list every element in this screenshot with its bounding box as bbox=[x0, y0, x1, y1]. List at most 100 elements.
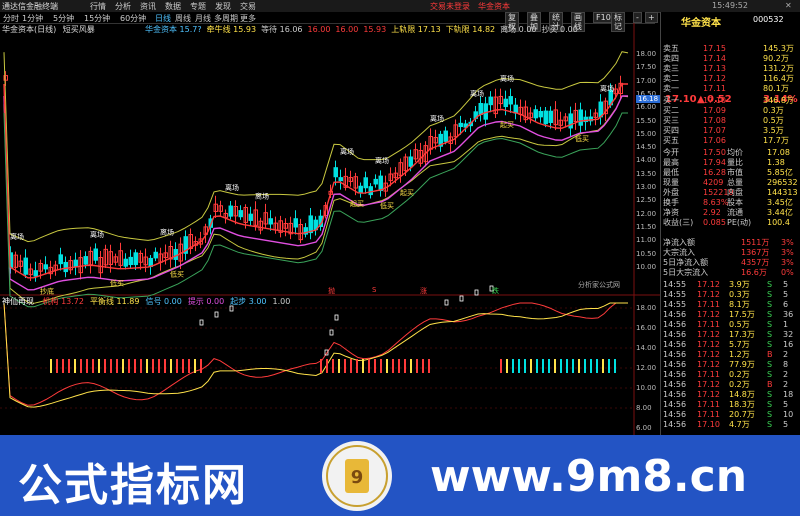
candle-body bbox=[308, 215, 313, 234]
tick-price: 17.12 bbox=[697, 290, 720, 299]
main-legend: 华金资本 15.7? 牵牛线 15.93 等待 16.06 16.00 16.00 15.… bbox=[145, 24, 583, 35]
signal-bar bbox=[608, 359, 610, 373]
tick-time: 14:56 bbox=[663, 310, 687, 319]
candle-body bbox=[268, 218, 273, 225]
exit-signal-tag: 离场 bbox=[10, 232, 24, 241]
buy-signal-tag: 抄底 bbox=[40, 287, 54, 296]
tick-time: 14:55 bbox=[663, 290, 687, 299]
tick-row: 14:56 17.12 17.3万 S 32 bbox=[663, 330, 799, 340]
stat-value: 17.94 bbox=[703, 158, 726, 167]
signal-bar bbox=[512, 359, 514, 373]
stat-label: 均价 bbox=[727, 148, 743, 157]
tick-count: 5 bbox=[783, 400, 789, 409]
price-axis-label: 15.50 bbox=[636, 116, 657, 125]
sub-axis-label: 6.00 bbox=[636, 424, 652, 432]
flow-value: 1367万 bbox=[741, 248, 770, 257]
tick-volume: 8.1万 bbox=[729, 300, 750, 309]
tick-price: 17.11 bbox=[697, 400, 720, 409]
signal-bar bbox=[68, 359, 70, 373]
candle-body bbox=[93, 248, 98, 261]
menu-item-zixun[interactable]: 资讯 bbox=[140, 1, 156, 12]
stat-label: 量比 bbox=[727, 158, 743, 167]
kline-chart[interactable]: 离场 离场 离场离场离场离场离场离场离场离场离场抄底低买低买起买 低买起买起买低买 bbox=[0, 23, 660, 435]
candle-body bbox=[578, 109, 583, 126]
ask-volume: 131.2万 bbox=[763, 64, 794, 73]
candle-body bbox=[58, 254, 63, 265]
stat-label: 市值 bbox=[727, 168, 743, 177]
zoom-in-button[interactable]: + bbox=[645, 12, 658, 23]
signal-bar bbox=[50, 359, 52, 373]
signal-bar bbox=[128, 359, 130, 373]
banner-url[interactable]: www.9m8.cn bbox=[430, 451, 747, 502]
price-axis-label: 10.00 bbox=[636, 262, 657, 271]
signal-bar bbox=[104, 359, 106, 373]
tick-time: 14:56 bbox=[663, 370, 687, 379]
candle-body bbox=[378, 175, 383, 192]
menu-item-hangqing[interactable]: 行情 bbox=[90, 1, 106, 12]
menu-item-jiaoyi[interactable]: 交易 bbox=[240, 1, 256, 12]
tick-count: 1 bbox=[783, 320, 789, 329]
bottom-tag-2: S bbox=[372, 286, 377, 294]
signal-bar bbox=[500, 359, 502, 373]
sub-legend-item: 起步 3.00 bbox=[230, 297, 267, 306]
tick-price: 17.10 bbox=[697, 420, 720, 429]
signal-bar bbox=[152, 359, 154, 373]
flow-value: 4357万 bbox=[741, 258, 770, 267]
main-legend-item: 上轨限 17.13 bbox=[391, 25, 441, 34]
stat-row: 净资 2.92 流通 3.44亿 bbox=[663, 208, 799, 218]
ask-volume: 80.1万 bbox=[763, 84, 789, 93]
flow-pct: 3% bbox=[781, 238, 794, 247]
tick-volume: 3.9万 bbox=[729, 280, 750, 289]
signal-bar bbox=[524, 359, 526, 373]
zoom-out-button[interactable]: - bbox=[633, 12, 642, 23]
candle-body bbox=[368, 186, 373, 196]
tick-price: 17.12 bbox=[697, 350, 720, 359]
tick-row: 14:56 17.12 14.8万 S 18 bbox=[663, 390, 799, 400]
menu-item-faxian[interactable]: 发现 bbox=[215, 1, 231, 12]
tick-side: S bbox=[767, 420, 773, 429]
stat-value: 144313 bbox=[767, 188, 798, 197]
tick-count: 5 bbox=[783, 280, 789, 289]
tick-row: 14:56 17.12 5.7万 S 16 bbox=[663, 340, 799, 350]
peak-marker bbox=[199, 319, 204, 326]
candle-body bbox=[488, 96, 493, 106]
menu-item-shuju[interactable]: 数据 bbox=[165, 1, 181, 12]
current-price-tag: 16.18 bbox=[636, 95, 661, 103]
tick-row: 14:56 17.12 77.9万 S 8 bbox=[663, 360, 799, 370]
exit-signal-tag: 离场 bbox=[375, 156, 389, 165]
exit-signal-tag: 离场 bbox=[225, 183, 239, 192]
ask-price: 17.13 bbox=[703, 64, 726, 73]
sub-axis-label: 12.00 bbox=[636, 364, 657, 372]
tick-price: 17.12 bbox=[697, 360, 720, 369]
price-axis-label: 13.50 bbox=[636, 169, 657, 178]
tick-price: 17.12 bbox=[697, 280, 720, 289]
signal-bar bbox=[554, 359, 556, 373]
tick-volume: 20.7万 bbox=[729, 410, 755, 419]
login-status[interactable]: 交易未登录 bbox=[430, 1, 470, 12]
signal-bar bbox=[56, 359, 58, 373]
candle-body bbox=[408, 156, 413, 167]
tick-row: 14:56 17.11 0.2万 S 2 bbox=[663, 370, 799, 380]
menu-item-zhuanti[interactable]: 专题 bbox=[190, 1, 206, 12]
tick-row: 14:56 17.11 20.7万 S 10 bbox=[663, 410, 799, 420]
close-icon[interactable]: ✕ bbox=[785, 1, 792, 10]
candle-body bbox=[73, 259, 78, 268]
chart-header: 华金资本(日线) 短买风暴 bbox=[2, 24, 95, 35]
price-axis-label: 11.50 bbox=[636, 222, 657, 231]
signal-bar bbox=[182, 359, 184, 373]
ask-row: 卖三 17.13 131.2万 bbox=[663, 64, 799, 74]
exit-signal-tag: 离场 bbox=[90, 230, 104, 239]
bottom-tag-3: 涨 bbox=[420, 287, 427, 295]
main-legend-item: 15.93 bbox=[363, 25, 387, 34]
sub-legend: 神仙再现 机构 13.72 平衡线 11.89 信号 0.00 提示 0.00 起步 3… bbox=[2, 296, 290, 307]
menu-item-fenxi[interactable]: 分析 bbox=[115, 1, 131, 12]
signal-bar bbox=[374, 359, 376, 373]
main-legend-item: 16.00 bbox=[335, 25, 359, 34]
tick-volume: 4.7万 bbox=[729, 420, 750, 429]
candle-body bbox=[333, 167, 338, 178]
tick-side: B bbox=[767, 350, 773, 359]
sub-axis-label: 10.00 bbox=[636, 384, 657, 392]
candle-body bbox=[338, 177, 343, 182]
stat-label: PE(动) bbox=[727, 218, 752, 227]
bid-price: 17.08 bbox=[703, 116, 726, 125]
